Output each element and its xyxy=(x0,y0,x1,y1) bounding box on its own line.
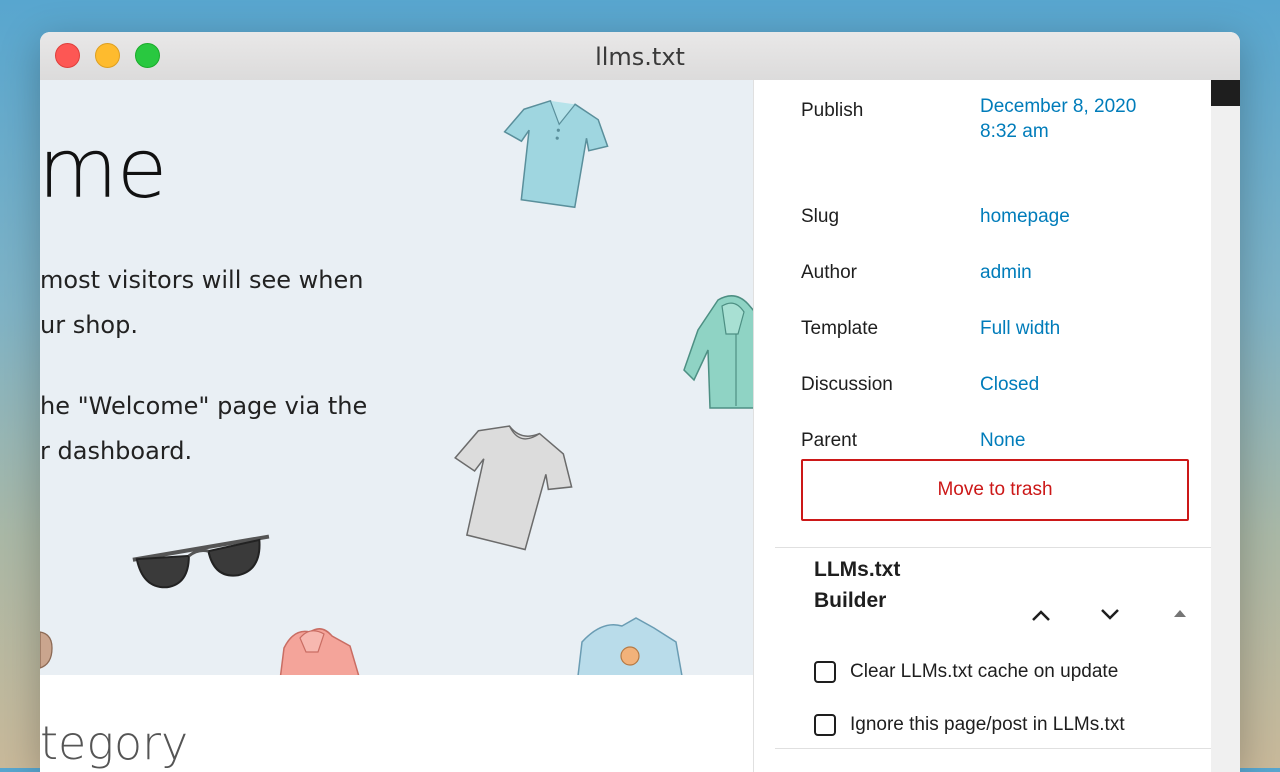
move-to-trash-button[interactable]: Move to trash xyxy=(801,459,1189,521)
editor-canvas[interactable]: me most visitors will see when ur shop. … xyxy=(40,80,753,772)
hero-paragraph-line[interactable]: ur shop. xyxy=(40,311,138,339)
title-bar: llms.txt xyxy=(40,32,1240,81)
scrollbar-thumb[interactable] xyxy=(1211,80,1240,106)
app-window: llms.txt me most visitors will see when … xyxy=(40,32,1240,772)
clear-cache-label[interactable]: Clear LLMs.txt cache on update xyxy=(850,661,1118,683)
sunglasses-illustration xyxy=(132,534,270,589)
category-heading[interactable]: tegory xyxy=(40,716,188,770)
settings-sidebar: Publish December 8, 2020 8:32 am Slug ho… xyxy=(775,80,1211,772)
llms-builder-panel-title[interactable]: LLMs.txt Builder xyxy=(814,554,954,616)
chevron-up-icon[interactable] xyxy=(1029,604,1053,628)
slug-link[interactable]: homepage xyxy=(980,204,1070,229)
parent-label: Parent xyxy=(801,430,857,451)
window-title: llms.txt xyxy=(595,43,685,71)
ignore-page-label[interactable]: Ignore this page/post in LLMs.txt xyxy=(850,714,1125,736)
caret-up-icon[interactable] xyxy=(1172,606,1188,620)
clear-cache-option[interactable]: Clear LLMs.txt cache on update xyxy=(814,661,1118,683)
parent-link[interactable]: None xyxy=(980,428,1025,453)
tshirt-illustration xyxy=(454,425,573,551)
hero-paragraph-line[interactable]: he "Welcome" page via the xyxy=(40,392,367,420)
chevron-down-icon[interactable] xyxy=(1098,602,1122,626)
discussion-label: Discussion xyxy=(801,374,893,395)
discussion-link[interactable]: Closed xyxy=(980,372,1039,397)
publish-label: Publish xyxy=(801,100,864,121)
ignore-page-option[interactable]: Ignore this page/post in LLMs.txt xyxy=(814,714,1125,736)
bag-illustration xyxy=(40,631,53,669)
template-label: Template xyxy=(801,318,879,339)
publish-date: December 8, 2020 xyxy=(980,96,1137,117)
hoodie-illustration xyxy=(683,295,753,409)
ignore-page-checkbox[interactable] xyxy=(814,714,836,736)
sidebar-scrollbar[interactable] xyxy=(1211,80,1240,772)
publish-time: 8:32 am xyxy=(980,121,1049,142)
template-link[interactable]: Full width xyxy=(980,316,1060,341)
publish-date-button[interactable]: December 8, 2020 8:32 am xyxy=(980,94,1136,144)
panel-bottom-divider xyxy=(775,748,1211,749)
panel-title-line: LLMs.txt xyxy=(814,558,901,581)
jacket-illustration xyxy=(577,617,683,675)
author-label: Author xyxy=(801,262,857,283)
panel-title-line: Builder xyxy=(814,589,887,612)
author-link[interactable]: admin xyxy=(980,260,1032,285)
hero-heading[interactable]: me xyxy=(40,122,167,217)
canvas-sidebar-divider xyxy=(753,80,776,772)
panel-divider xyxy=(775,547,1211,548)
hero-paragraph-line[interactable]: r dashboard. xyxy=(40,437,192,465)
hero-cover-block[interactable]: me most visitors will see when ur shop. … xyxy=(40,80,753,675)
polo-shirt-illustration xyxy=(503,99,609,209)
hoodie-pink-illustration xyxy=(279,628,360,675)
clear-cache-checkbox[interactable] xyxy=(814,661,836,683)
slug-label: Slug xyxy=(801,206,840,227)
hero-paragraph-line[interactable]: most visitors will see when xyxy=(40,266,363,294)
